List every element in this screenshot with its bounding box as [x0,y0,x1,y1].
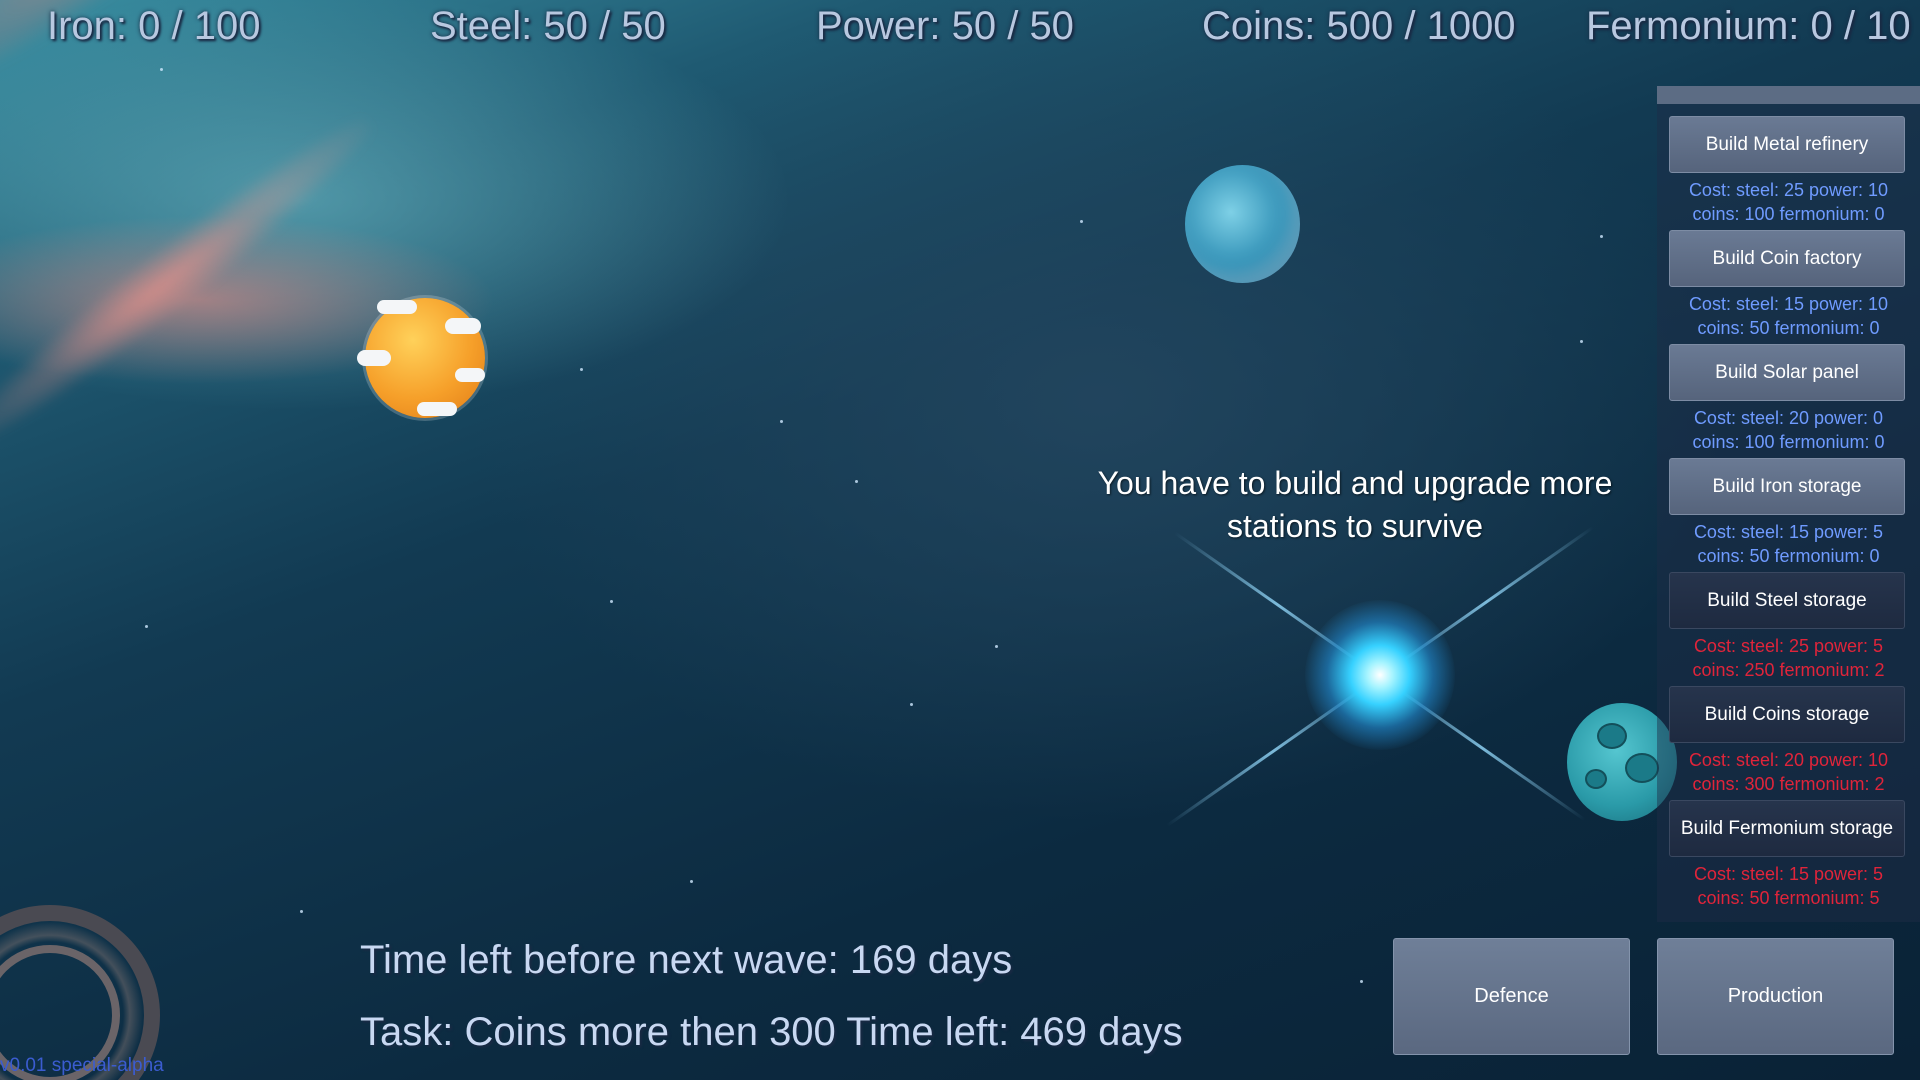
cost-line: coins: 300 fermonium: 2 [1692,774,1885,794]
nebula [0,99,387,468]
metal-refinery-cost: Cost: steel: 25 power: 10 coins: 100 fer… [1657,178,1920,226]
steel-storage-cost: Cost: steel: 25 power: 5 coins: 250 ferm… [1657,634,1920,682]
star [910,703,913,706]
cost-line: coins: 250 fermonium: 2 [1692,660,1885,680]
crater [1597,723,1627,749]
coins-counter: Coins: 500 / 1000 [1202,4,1516,48]
cost-line: Cost: steel: 20 power: 10 [1688,750,1889,770]
star [1360,980,1363,983]
cost-line: coins: 50 fermonium: 0 [1697,318,1880,338]
star [1600,235,1603,238]
cost-line: Cost: steel: 25 power: 10 [1688,180,1889,200]
wave-timer: Time left before next wave: 169 days [360,938,1013,982]
build-iron-storage-button[interactable]: Build Iron storage [1669,458,1905,515]
cost-line: Cost: steel: 15 power: 10 [1688,294,1889,314]
star [1080,220,1083,223]
star [855,480,858,483]
task-status: Task: Coins more then 300 Time left: 469… [360,1010,1183,1054]
star [300,910,303,913]
cost-line: coins: 50 fermonium: 0 [1697,546,1880,566]
build-solar-panel-button[interactable]: Build Solar panel [1669,344,1905,401]
power-counter: Power: 50 / 50 [816,4,1074,48]
cloud [455,368,485,382]
cost-line: coins: 50 fermonium: 5 [1697,888,1880,908]
star [610,600,613,603]
star [145,625,148,628]
build-panel-header[interactable] [1657,86,1920,104]
star [1580,340,1583,343]
build-steel-storage-button[interactable]: Build Steel storage [1669,572,1905,629]
cost-line: Cost: steel: 15 power: 5 [1693,864,1884,884]
cost-line: coins: 100 fermonium: 0 [1692,432,1885,452]
coins-storage-cost: Cost: steel: 20 power: 10 coins: 300 fer… [1657,748,1920,796]
crater [1585,769,1607,789]
fermonium-counter: Fermonium: 0 / 10 [1586,4,1911,48]
iron-storage-cost: Cost: steel: 15 power: 5 coins: 50 fermo… [1657,520,1920,568]
build-fermonium-storage-button[interactable]: Build Fermonium storage [1669,800,1905,857]
star [160,68,163,71]
cloud [377,300,417,314]
cost-line: Cost: steel: 15 power: 5 [1693,522,1884,542]
cost-line: coins: 100 fermonium: 0 [1692,204,1885,224]
cloud [357,350,391,366]
star [780,420,783,423]
defence-button[interactable]: Defence [1393,938,1630,1055]
build-coins-storage-button[interactable]: Build Coins storage [1669,686,1905,743]
production-button[interactable]: Production [1657,938,1894,1055]
version-label: v0.01 special-alpha [0,1055,164,1076]
steel-counter: Steel: 50 / 50 [430,4,666,48]
orange-planet[interactable] [357,298,485,418]
build-coin-factory-button[interactable]: Build Coin factory [1669,230,1905,287]
star [580,368,583,371]
build-panel: Build Metal refinery Cost: steel: 25 pow… [1657,86,1920,922]
star [690,880,693,883]
cost-line: Cost: steel: 20 power: 0 [1693,408,1884,428]
cloud [445,318,481,334]
tutorial-message: You have to build and upgrade more stati… [1097,465,1613,544]
glowing-star[interactable] [1305,600,1455,750]
solar-panel-cost: Cost: steel: 20 power: 0 coins: 100 ferm… [1657,406,1920,454]
blue-planet[interactable] [1185,165,1300,283]
cloud [417,402,457,416]
coin-factory-cost: Cost: steel: 15 power: 10 coins: 50 ferm… [1657,292,1920,340]
crater [1625,753,1659,783]
fermonium-storage-cost: Cost: steel: 15 power: 5 coins: 50 fermo… [1657,862,1920,910]
build-metal-refinery-button[interactable]: Build Metal refinery [1669,116,1905,173]
star [995,645,998,648]
iron-counter: Iron: 0 / 100 [47,4,261,48]
game-viewport: Iron: 0 / 100 Steel: 50 / 50 Power: 50 /… [0,0,1920,1080]
cost-line: Cost: steel: 25 power: 5 [1693,636,1884,656]
